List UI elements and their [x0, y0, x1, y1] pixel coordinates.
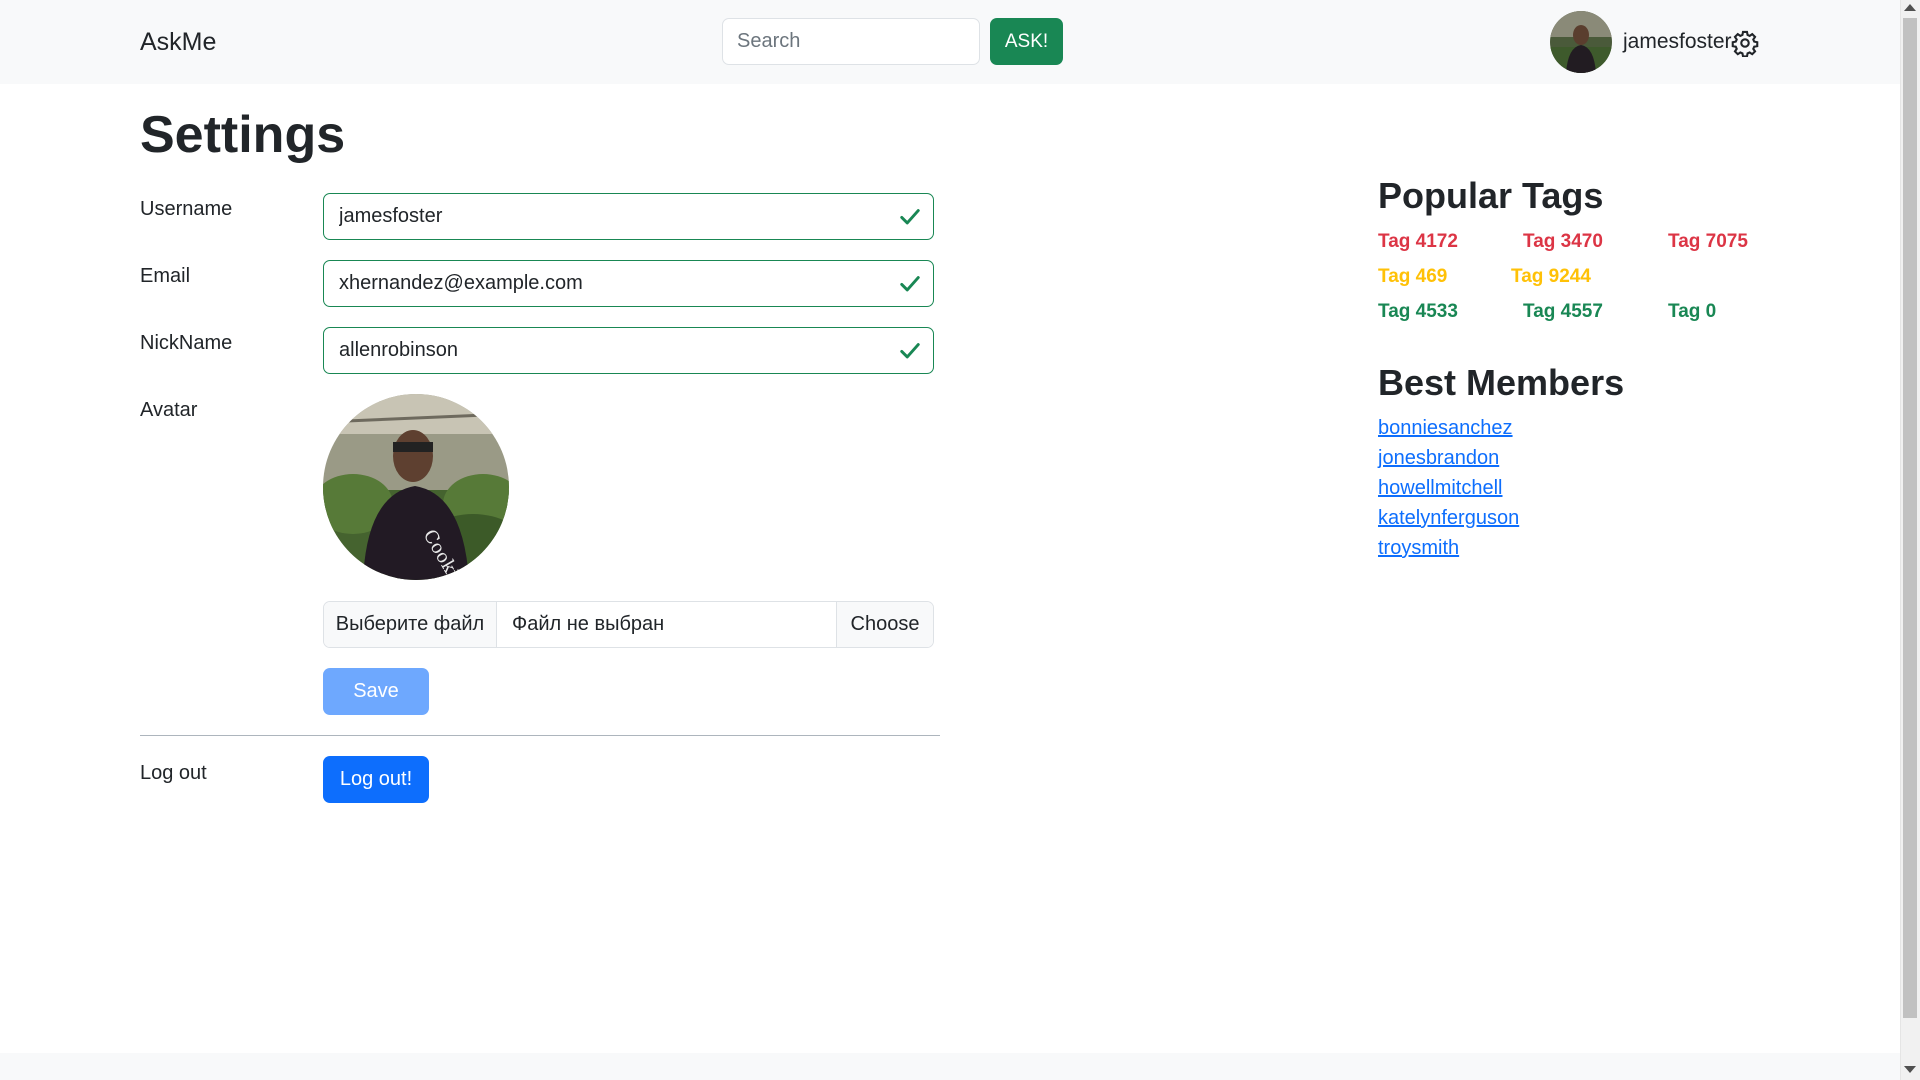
member-link[interactable]: troysmith — [1378, 537, 1459, 560]
avatar-label: Avatar — [140, 399, 198, 421]
avatar-file-input[interactable]: Выберите файл Файл не выбран Choose — [323, 601, 934, 648]
tag-link[interactable]: Tag 4172 — [1378, 231, 1458, 253]
popular-tags-title: Popular Tags — [1378, 175, 1604, 216]
member-link[interactable]: katelynferguson — [1378, 507, 1519, 530]
check-icon — [900, 343, 920, 359]
footer — [0, 1053, 1900, 1080]
check-icon — [900, 209, 920, 225]
nickname-field[interactable] — [324, 328, 933, 373]
nickname-label: NickName — [140, 332, 233, 354]
divider — [140, 735, 940, 736]
email-field[interactable] — [324, 261, 933, 306]
tag-link[interactable]: Tag 469 — [1378, 266, 1447, 288]
user-avatar[interactable] — [1550, 11, 1612, 73]
file-choose-button[interactable]: Choose — [836, 602, 933, 647]
username-field[interactable] — [324, 194, 933, 239]
scrollbar-thumb[interactable] — [1903, 18, 1917, 1018]
username-field-wrapper — [323, 193, 934, 240]
tag-link[interactable]: Tag 7075 — [1668, 231, 1748, 253]
tag-link[interactable]: Tag 4557 — [1523, 301, 1603, 323]
save-button[interactable]: Save — [323, 668, 429, 715]
tag-link[interactable]: Tag 3470 — [1523, 231, 1603, 253]
tag-link[interactable]: Tag 4533 — [1378, 301, 1458, 323]
check-icon — [900, 276, 920, 292]
nickname-field-wrapper — [323, 327, 934, 374]
best-members-title: Best Members — [1378, 362, 1625, 403]
logout-button[interactable]: Log out! — [323, 756, 429, 803]
search-input[interactable] — [722, 18, 980, 65]
file-status-text: Файл не выбран — [512, 613, 665, 635]
avatar-photo: Cookies — [323, 394, 509, 580]
member-link[interactable]: jonesbrandon — [1378, 447, 1499, 470]
email-label: Email — [140, 265, 191, 287]
member-link[interactable]: bonniesanchez — [1378, 417, 1513, 440]
page-title: Settings — [140, 106, 346, 164]
scroll-down-icon[interactable] — [1904, 1066, 1916, 1073]
file-select-button[interactable]: Выберите файл — [324, 602, 497, 647]
nav-username[interactable]: jamesfoster — [1623, 30, 1732, 54]
username-label: Username — [140, 198, 233, 220]
member-link[interactable]: howellmitchell — [1378, 477, 1503, 500]
tag-link[interactable]: Tag 9244 — [1511, 266, 1591, 288]
email-field-wrapper — [323, 260, 934, 307]
brand-logo[interactable]: AskMe — [140, 28, 216, 57]
gear-icon[interactable] — [1731, 29, 1759, 57]
logout-label: Log out — [140, 762, 207, 784]
ask-button[interactable]: ASK! — [990, 18, 1063, 65]
navbar: AskMe ASK! jamesfoster — [0, 0, 1900, 84]
scroll-up-icon[interactable] — [1904, 4, 1916, 11]
tag-link[interactable]: Tag 0 — [1668, 301, 1716, 323]
